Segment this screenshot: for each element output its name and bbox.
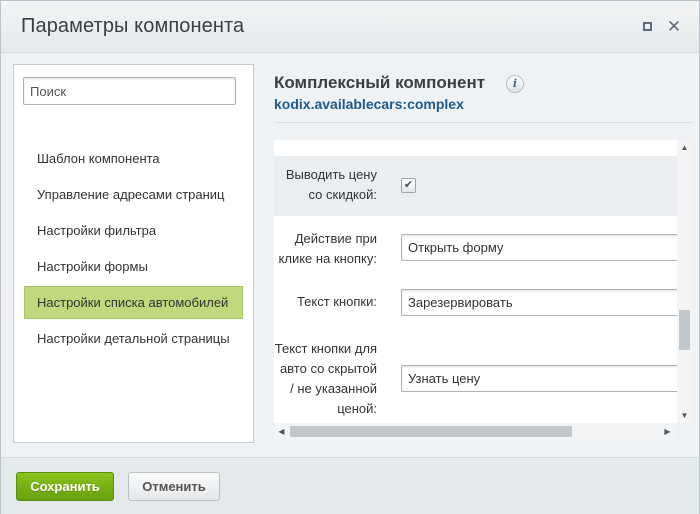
sidebar-item-component-template[interactable]: Шаблон компонента — [24, 142, 243, 175]
sidebar-item-car-list-settings[interactable]: Настройки списка автомобилей — [24, 286, 243, 319]
param-row-button-action: Действие при клике на кнопку: — [274, 227, 677, 271]
sidebar-item-url-management[interactable]: Управление адресами страниц — [24, 178, 243, 211]
dialog-titlebar[interactable]: Параметры компонента ✕ — [1, 1, 699, 53]
param-row-button-text: Текст кнопки: — [274, 289, 677, 323]
checkmark-icon: ✔ — [403, 179, 414, 191]
settings-sidebar: Шаблон компонента Управление адресами ст… — [13, 64, 254, 443]
maximize-button[interactable] — [637, 16, 657, 38]
component-code: kodix.availablecars:complex — [274, 96, 464, 112]
sidebar-item-label: Настройки списка автомобилей — [37, 295, 229, 310]
save-button[interactable]: Сохранить — [16, 472, 114, 501]
hidden-price-button-text-input[interactable] — [401, 365, 677, 392]
dialog-footer: Сохранить Отменить — [1, 457, 699, 514]
param-label: Текст кнопки для авто со скрытой / не ук… — [274, 341, 377, 416]
sidebar-item-label: Шаблон компонента — [37, 151, 160, 166]
param-label: Текст кнопки: — [296, 294, 377, 309]
info-icon[interactable]: i — [506, 75, 524, 93]
discount-price-checkbox[interactable]: ✔ — [401, 178, 416, 193]
sidebar-item-filter-settings[interactable]: Настройки фильтра — [24, 214, 243, 247]
header-divider — [274, 122, 694, 123]
scroll-left-icon[interactable]: ◀ — [274, 423, 289, 440]
scroll-down-icon[interactable]: ▼ — [677, 408, 692, 423]
close-button[interactable]: ✕ — [664, 16, 684, 38]
button-action-select[interactable] — [401, 234, 677, 261]
scroll-up-icon[interactable]: ▲ — [677, 140, 692, 155]
sidebar-item-label: Управление адресами страниц — [37, 187, 225, 202]
sidebar-item-form-settings[interactable]: Настройки формы — [24, 250, 243, 283]
maximize-icon — [642, 22, 652, 32]
param-label: Выводить цену со скидкой: — [285, 167, 377, 202]
vertical-scroll-thumb[interactable] — [679, 310, 690, 350]
parameters-panel: Выводить цену со скидкой: ✔ Действие при… — [274, 140, 677, 423]
component-header: Комплексный компонент i kodix.availablec… — [274, 73, 524, 112]
search-input[interactable] — [23, 77, 236, 105]
vertical-scrollbar[interactable]: ▲ ▼ — [677, 140, 692, 423]
param-label: Действие при клике на кнопку: — [278, 231, 377, 266]
horizontal-scroll-thumb[interactable] — [290, 426, 572, 437]
dialog-title: Параметры компонента — [21, 15, 245, 37]
sidebar-item-detail-page-settings[interactable]: Настройки детальной страницы — [24, 322, 243, 355]
param-row-discount-price: Выводить цену со скидкой: ✔ — [274, 156, 677, 216]
sidebar-item-label: Настройки фильтра — [37, 223, 157, 238]
component-parameters-dialog: Параметры компонента ✕ Шаблон компонента… — [0, 0, 700, 514]
sidebar-item-label: Настройки детальной страницы — [37, 331, 230, 346]
horizontal-scrollbar[interactable]: ◀ ▶ — [274, 423, 677, 440]
sidebar-item-label: Настройки формы — [37, 259, 148, 274]
component-title: Комплексный компонент — [274, 73, 486, 92]
cancel-button[interactable]: Отменить — [128, 472, 220, 501]
scroll-right-icon[interactable]: ▶ — [660, 423, 675, 440]
close-icon: ✕ — [666, 17, 682, 36]
param-row-hidden-price-text: Текст кнопки для авто со скрытой / не ук… — [274, 339, 677, 423]
button-text-input[interactable] — [401, 289, 677, 316]
